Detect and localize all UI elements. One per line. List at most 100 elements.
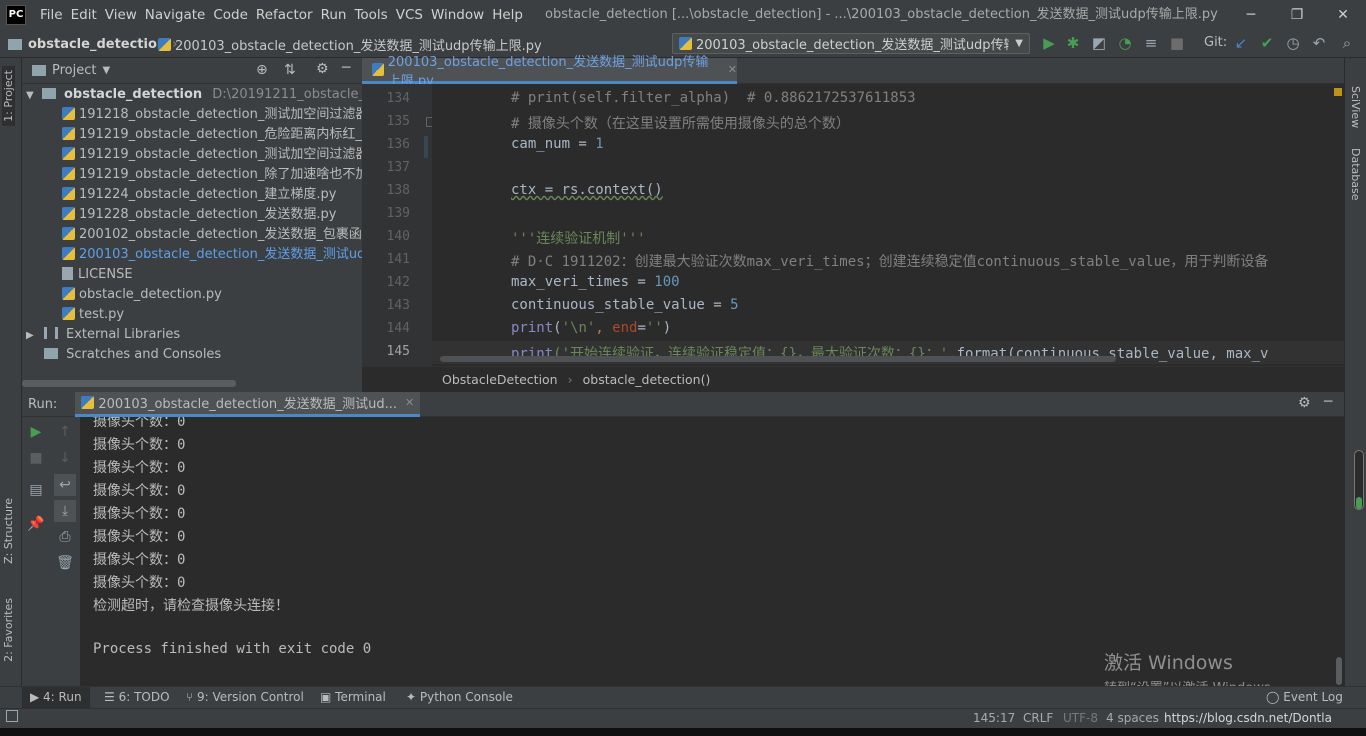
git-update-icon[interactable]: ↙ — [1232, 34, 1250, 52]
tool-tab-database[interactable]: Database — [1349, 148, 1362, 201]
run-tab-active[interactable]: 200103_obstacle_detection_发送数据_测试ud... ✕ — [75, 391, 421, 417]
stop-icon[interactable]: ■ — [1168, 34, 1186, 52]
menu-run[interactable]: Run — [321, 0, 355, 30]
line-separator[interactable]: CRLF — [1023, 711, 1053, 725]
tree-file[interactable]: 191228_obstacle_detection_发送数据.py — [62, 205, 362, 225]
python-file-icon — [158, 37, 171, 51]
close-tab-icon[interactable]: ✕ — [405, 396, 414, 409]
search-everywhere-icon[interactable]: ⌕ — [1338, 34, 1356, 52]
tool-tab-python-console[interactable]: ✦ Python Console — [406, 690, 513, 704]
run-configuration-select[interactable]: 200103_obstacle_detection_发送数据_测试udp传输上限… — [672, 33, 1030, 54]
menu-edit[interactable]: Edit — [71, 0, 105, 30]
tool-tab-todo[interactable]: ☰ 6: TODO — [104, 690, 170, 704]
scroll-to-end-icon[interactable]: ⤓ — [54, 500, 76, 522]
run-icon[interactable]: ▶ — [1040, 34, 1058, 52]
stop-icon[interactable]: ■ — [25, 447, 47, 469]
collapse-all-icon[interactable]: ⇅ — [284, 62, 296, 78]
scratches-icon — [44, 348, 58, 359]
git-commit-icon[interactable]: ✔ — [1258, 34, 1276, 52]
menu-file[interactable]: File — [40, 0, 71, 30]
gear-icon[interactable]: ⚙ — [1298, 395, 1311, 411]
tree-file[interactable]: test.py — [62, 305, 362, 325]
python-file-icon — [62, 147, 75, 160]
pin-icon[interactable]: 📌 — [25, 513, 47, 535]
code-line: ctx = rs.context() — [511, 182, 663, 198]
code-editor[interactable]: # print(self.filter_alpha) # 0.886217253… — [432, 84, 1344, 366]
locate-file-icon[interactable]: ⊕ — [256, 62, 268, 78]
run-console[interactable]: 摄像头个数：0 摄像头个数：0 摄像头个数：0 摄像头个数：0 摄像头个数：0 … — [80, 417, 1344, 686]
tree-file[interactable]: 191224_obstacle_detection_建立梯度.py — [62, 185, 362, 205]
print-icon[interactable]: ⎙ — [54, 526, 76, 548]
tool-tab-version-control[interactable]: ⑂ 9: Version Control — [186, 690, 304, 704]
tool-tab-project[interactable]: 1: Project — [2, 66, 15, 126]
code-token: end — [612, 320, 638, 336]
tree-file[interactable]: 191219_obstacle_detection_测试加空间过滤器和jit加 — [62, 145, 362, 165]
inspection-indicator-icon[interactable] — [1334, 88, 1342, 96]
menu-tools[interactable]: Tools — [354, 0, 395, 30]
menu-bar: File Edit View Navigate Code Refactor Ru… — [40, 0, 531, 30]
scroll-up-icon[interactable]: ↑ — [54, 421, 76, 443]
git-rollback-icon[interactable]: ↶ — [1310, 34, 1328, 52]
git-history-icon[interactable]: ◷ — [1284, 34, 1302, 52]
menu-navigate[interactable]: Navigate — [145, 0, 214, 30]
tree-file[interactable]: 200102_obstacle_detection_发送数据_包裹函数.py — [62, 225, 362, 245]
tool-tab-terminal[interactable]: ▣ Terminal — [320, 690, 386, 704]
file-name: 191228_obstacle_detection_发送数据.py — [79, 207, 337, 222]
file-encoding[interactable]: UTF-8 — [1063, 711, 1098, 725]
tool-tab-terminal-label: Terminal — [335, 690, 386, 704]
debug-icon[interactable]: ✱ — [1064, 34, 1082, 52]
menu-code[interactable]: Code — [213, 0, 256, 30]
minimize-button[interactable]: ─ — [1228, 0, 1274, 30]
hide-panel-icon[interactable]: ─ — [342, 60, 350, 76]
horizontal-scrollbar[interactable] — [22, 380, 236, 387]
gear-icon[interactable]: ⚙ — [316, 61, 329, 77]
window-title: obstacle_detection [...\obstacle_detecti… — [545, 7, 1218, 22]
hide-panel-icon[interactable]: ─ — [1324, 394, 1332, 410]
tree-file[interactable]: obstacle_detection.py — [62, 285, 362, 305]
breadcrumb-function[interactable]: obstacle_detection() — [583, 372, 711, 387]
menu-vcs[interactable]: VCS — [396, 0, 431, 30]
tool-tab-structure[interactable]: Z: Structure — [2, 498, 15, 564]
close-tab-icon[interactable]: ✕ — [728, 63, 737, 76]
tree-file-active[interactable]: 200103_obstacle_detection_发送数据_测试udp传输 — [62, 245, 362, 265]
tree-file[interactable]: 191218_obstacle_detection_测试加空间过滤器和jit加 — [62, 105, 362, 125]
tree-root-folder[interactable]: ▼ obstacle_detection D:\20191211_obstacl… — [26, 85, 362, 105]
project-view-select[interactable]: Project — [52, 63, 96, 78]
trash-icon[interactable]: 🗑 — [54, 552, 76, 574]
profile-icon[interactable]: ◔ — [1116, 34, 1134, 52]
editor-horizontal-scrollbar[interactable] — [440, 356, 1116, 362]
line-number: 134 — [386, 91, 410, 106]
tool-tab-sciview[interactable]: SciView — [1349, 86, 1362, 128]
caret-position[interactable]: 145:17 — [973, 711, 1015, 725]
line-number: 141 — [386, 252, 410, 267]
breadcrumb-class[interactable]: ObstacleDetection — [442, 372, 558, 387]
coverage-icon[interactable]: ◩ — [1090, 34, 1108, 52]
breadcrumb-project[interactable]: obstacle_detection › — [8, 30, 178, 58]
indent-setting[interactable]: 4 spaces — [1106, 711, 1159, 725]
close-button[interactable]: ✕ — [1320, 0, 1366, 30]
console-scrollbar[interactable] — [1336, 657, 1342, 685]
soft-wrap-icon[interactable]: ↩ — [54, 474, 76, 496]
editor-tab-active[interactable]: 200103_obstacle_detection_发送数据_测试udp传输上限… — [362, 55, 737, 89]
tool-tab-run[interactable]: ▶ 4: Run — [22, 687, 90, 708]
tool-tab-event-log[interactable]: ◯ Event Log — [1266, 690, 1343, 704]
layout-icon[interactable]: ▤ — [25, 479, 47, 501]
tree-file[interactable]: 191219_obstacle_detection_危险距离内标红_距离外 — [62, 125, 362, 145]
concurrency-icon[interactable]: ≡ — [1142, 34, 1160, 52]
menu-view[interactable]: View — [105, 0, 145, 30]
restore-button[interactable]: ❐ — [1274, 0, 1320, 30]
scroll-down-icon[interactable]: ↓ — [54, 447, 76, 469]
tree-external-libraries[interactable]: ▶ External Libraries — [26, 325, 362, 345]
menu-help[interactable]: Help — [492, 0, 531, 30]
tool-tab-favorites[interactable]: 2: Favorites — [2, 598, 15, 662]
menu-refactor[interactable]: Refactor — [256, 0, 321, 30]
tool-tab-vcs-label: 9: Version Control — [197, 690, 304, 704]
branch-icon: ⑂ — [186, 690, 198, 704]
tree-file[interactable]: 191219_obstacle_detection_除了加速啥也不加.py — [62, 165, 362, 185]
rerun-icon[interactable]: ▶ — [25, 421, 47, 443]
file-name: obstacle_detection.py — [79, 287, 222, 302]
tree-scratches[interactable]: Scratches and Consoles — [44, 345, 362, 365]
tree-file[interactable]: LICENSE — [62, 265, 362, 285]
menu-window[interactable]: Window — [431, 0, 492, 30]
toggle-tool-windows-icon[interactable] — [6, 710, 18, 722]
